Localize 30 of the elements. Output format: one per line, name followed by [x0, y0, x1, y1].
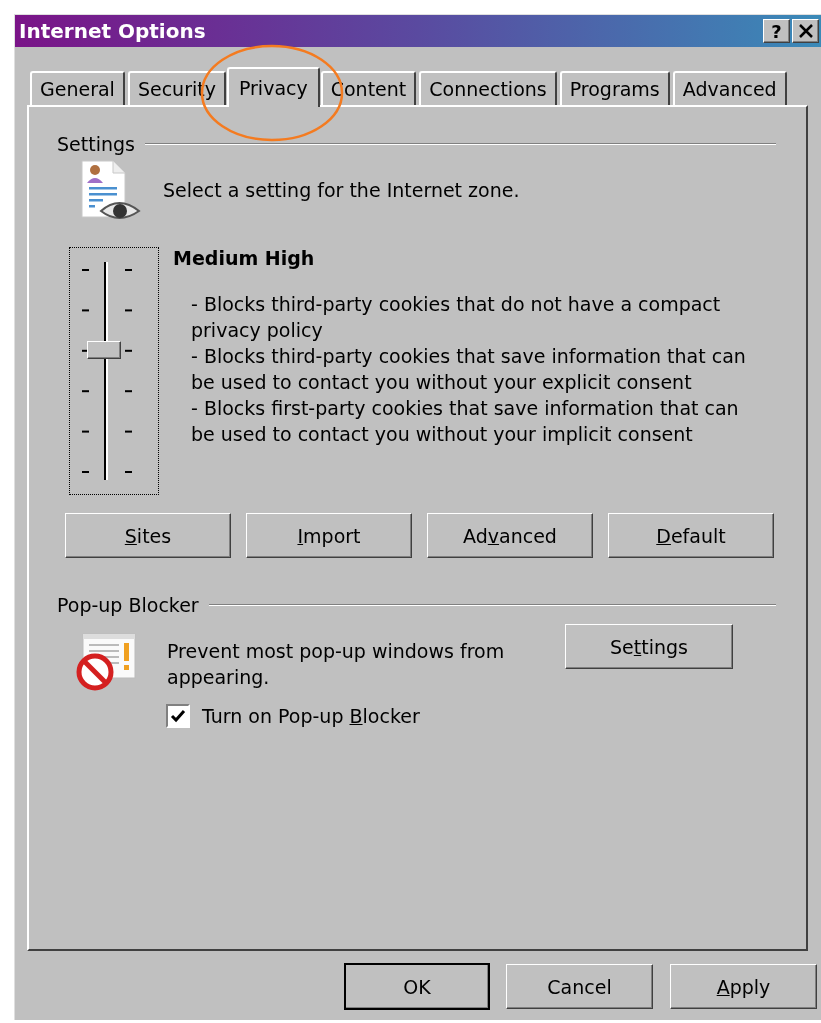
action-button[interactable]: Import	[246, 513, 412, 558]
dialog-button[interactable]: Apply	[670, 964, 817, 1009]
tab[interactable]: Programs	[559, 71, 670, 105]
tab[interactable]: General	[30, 71, 125, 105]
slider-thumb[interactable]	[87, 340, 121, 359]
privacy-slider[interactable]	[69, 247, 159, 495]
level-name: Medium High	[173, 247, 316, 269]
tab[interactable]: Advanced	[672, 71, 787, 105]
popup-description: Prevent most pop-up windows from appearing.	[167, 639, 506, 690]
dialog-button[interactable]: Cancel	[506, 964, 653, 1009]
action-button[interactable]: Sites	[65, 513, 231, 558]
close-icon	[797, 24, 814, 38]
policy-item: - Blocks third-party cookies that do not have a compact privacy policy	[191, 292, 722, 343]
action-button[interactable]: Advanced	[427, 513, 593, 558]
popup-settings-button[interactable]: Settings	[565, 624, 733, 669]
checkbox-label[interactable]: Turn on Pop-up Blocker	[202, 705, 420, 727]
tab[interactable]: Privacy	[226, 67, 320, 107]
group-label: Pop-up Blocker	[57, 594, 199, 616]
checkbox[interactable]	[166, 704, 190, 728]
zone-prompt: Select a setting for the Internet zone.	[163, 179, 520, 201]
group-label: Settings	[57, 133, 135, 155]
help-button[interactable]: ?	[763, 19, 790, 43]
policy-item: - Blocks first-party cookies that save information that can be used to contact you without your implicit consent	[191, 396, 740, 447]
window-title: Internet Options	[19, 19, 206, 43]
checkmark-icon	[170, 709, 186, 723]
tab[interactable]: Connections	[419, 71, 557, 105]
action-button[interactable]: Default	[608, 513, 774, 558]
dialog-button[interactable]: OK	[345, 964, 489, 1009]
close-button[interactable]	[792, 19, 819, 43]
policy-item: - Blocks third-party cookies that save information that can be used to contact you without your explicit consent	[191, 344, 747, 395]
